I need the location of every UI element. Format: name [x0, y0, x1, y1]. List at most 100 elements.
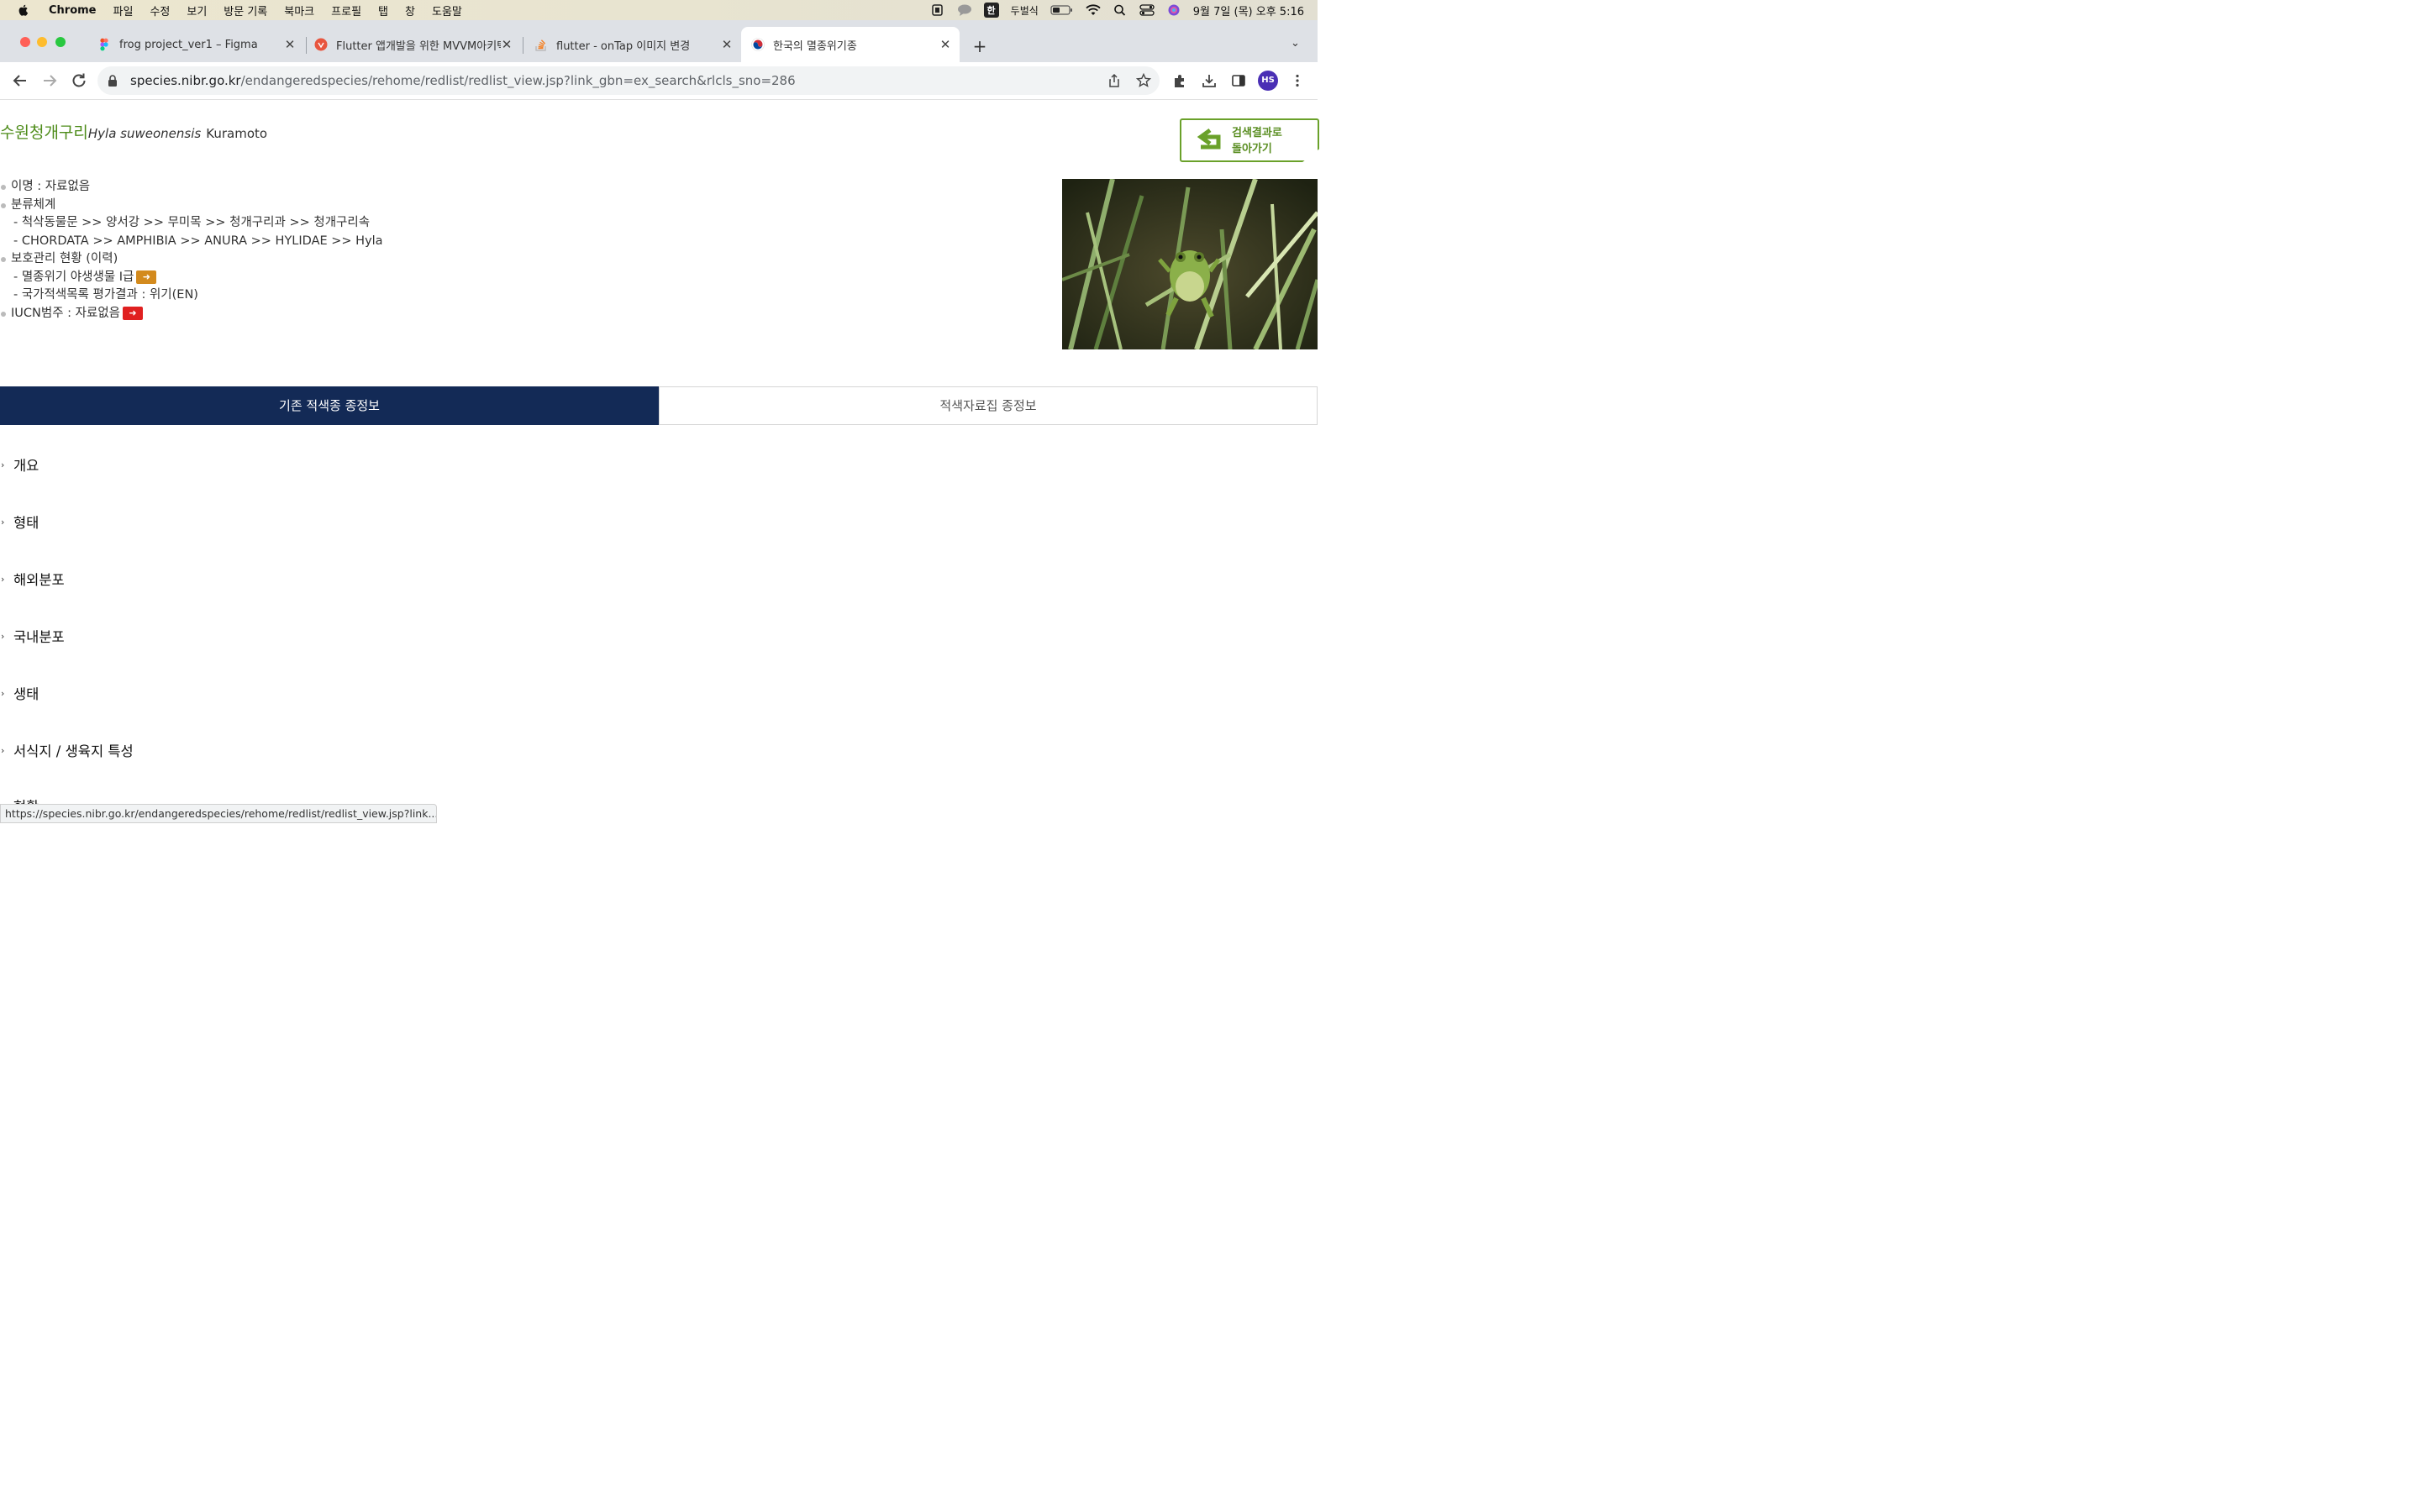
chevron-right-icon: ›	[1, 745, 5, 756]
menu-history[interactable]: 방문 기록	[224, 3, 267, 18]
url-path: /endangeredspecies/rehome/redlist/redlis…	[240, 73, 796, 88]
species-info-list: 이명 : 자료없음 분류체계 - 척삭동물문 >> 양서강 >> 무미목 >> …	[0, 178, 383, 323]
side-panel-icon[interactable]	[1231, 73, 1246, 88]
menu-window[interactable]: 창	[405, 3, 415, 18]
profile-avatar[interactable]: HS	[1258, 71, 1278, 91]
window-zoom-button[interactable]	[55, 37, 66, 47]
tab-title: frog project_ver1 – Figma	[119, 38, 258, 51]
siri-icon[interactable]	[1166, 4, 1181, 16]
tab-separator	[306, 37, 307, 54]
tab-close-icon[interactable]: ✕	[938, 37, 953, 52]
input-method-badge[interactable]: 한	[983, 3, 999, 18]
species-author: Kuramoto	[206, 126, 268, 141]
battery-icon[interactable]	[1050, 4, 1074, 16]
back-button-line1: 검색결과로	[1232, 127, 1282, 139]
velog-icon	[314, 38, 328, 51]
menubar-clock[interactable]: 9월 7일 (목) 오후 5:16	[1193, 3, 1304, 18]
tab-mvvm-article[interactable]: Flutter 앱개발을 위한 MVVM아키텍처 ✕	[314, 27, 514, 62]
bookmark-star-icon[interactable]	[1136, 73, 1151, 88]
korea-flag-icon	[751, 38, 765, 51]
page-content: 수원청개구리Hyla suweonensis Kuramoto 검색결과로 돌아…	[0, 100, 1319, 823]
tab-search-chevron-icon[interactable]: ⌄	[1291, 37, 1300, 50]
back-button-label: 검색결과로 돌아가기	[1232, 125, 1282, 157]
chevron-right-icon: ›	[1, 459, 5, 470]
info-protection-grade-row: - 멸종위기 야생생물 Ⅰ급 ➜	[0, 269, 383, 287]
browser-tab-strip: frog project_ver1 – Figma ✕ Flutter 앱개발을…	[0, 20, 1318, 62]
info-protection-grade: - 멸종위기 야생생물 Ⅰ급	[13, 270, 134, 284]
chevron-right-icon: ›	[1, 631, 5, 642]
chevron-right-icon: ›	[1, 574, 5, 585]
figma-icon	[100, 38, 108, 51]
info-national-redlist: - 국가적색목록 평가결과 : 위기(EN)	[13, 288, 198, 302]
wifi-icon[interactable]	[1086, 4, 1101, 16]
tab-title: 한국의 멸종위기종	[773, 39, 857, 53]
menu-profiles[interactable]: 프로필	[331, 3, 361, 18]
species-photo	[1062, 179, 1318, 349]
lock-icon[interactable]	[108, 75, 118, 87]
species-info-tabs: 기존 적색종 종정보 적색자료집 종정보	[0, 386, 1318, 425]
tab-close-icon[interactable]: ✕	[719, 37, 734, 52]
section-title: 서식지 / 생육지 특성	[13, 743, 134, 759]
input-method-name: 두벌식	[1010, 4, 1039, 17]
download-icon[interactable]	[1202, 73, 1217, 88]
reload-icon[interactable]	[69, 71, 89, 91]
tab-redbook-info[interactable]: 적색자료집 종정보	[659, 386, 1318, 425]
info-iucn: IUCN범주 : 자료없음	[11, 306, 121, 320]
menu-help[interactable]: 도움말	[432, 3, 462, 18]
menubar-extra-app-icon[interactable]	[930, 4, 945, 16]
info-iucn-row: IUCN범주 : 자료없음 ➜	[0, 305, 383, 323]
tab-title: Flutter 앱개발을 위한 MVVM아키텍처	[336, 39, 501, 53]
return-arrow-icon	[1197, 128, 1221, 150]
menubar-status-area: 한 두벌식 9월 7일 (목) 오후 5:16	[930, 0, 1304, 20]
extensions-puzzle-icon[interactable]	[1172, 73, 1187, 88]
window-close-button[interactable]	[20, 37, 30, 47]
tab-figma[interactable]: frog project_ver1 – Figma ✕	[97, 27, 297, 62]
browser-toolbar: species.nibr.go.kr/endangeredspecies/reh…	[0, 62, 1318, 100]
address-bar[interactable]: species.nibr.go.kr/endangeredspecies/reh…	[97, 66, 1160, 95]
chevron-right-icon: ›	[1, 688, 5, 699]
iucn-detail-arrow-icon[interactable]: ➜	[123, 306, 144, 320]
tab-existing-redlist-info[interactable]: 기존 적색종 종정보	[0, 386, 659, 425]
tab-stackoverflow[interactable]: flutter - onTap 이미지 변경 ✕	[534, 27, 734, 62]
chat-bubble-icon[interactable]	[957, 4, 972, 16]
stackoverflow-icon	[535, 39, 546, 51]
tree-frog-image	[1062, 179, 1318, 349]
back-button-line2: 돌아가기	[1232, 143, 1272, 155]
menu-bookmarks[interactable]: 북마크	[284, 3, 314, 18]
control-center-icon[interactable]	[1139, 4, 1155, 16]
link-hover-status-bar: https://species.nibr.go.kr/endangeredspe…	[0, 804, 437, 823]
tab-close-icon[interactable]: ✕	[282, 37, 297, 52]
spotlight-search-icon[interactable]	[1113, 4, 1128, 16]
tab-close-icon[interactable]: ✕	[499, 37, 514, 52]
menu-app-name[interactable]: Chrome	[49, 4, 97, 17]
menu-file[interactable]: 파일	[113, 3, 134, 18]
menu-edit[interactable]: 수정	[150, 3, 170, 18]
section-title: 개요	[13, 458, 39, 474]
tab-active-endangered-species[interactable]: 한국의 멸종위기종 ✕	[741, 27, 960, 62]
species-korean-name: 수원청개구리	[0, 123, 88, 142]
species-scientific-name: Hyla suweonensis	[87, 126, 202, 141]
url-host: species.nibr.go.kr	[130, 73, 241, 88]
url-text[interactable]: species.nibr.go.kr/endangeredspecies/reh…	[130, 73, 796, 88]
forward-arrow-icon[interactable]	[39, 71, 60, 91]
species-heading: 수원청개구리Hyla suweonensis Kuramoto	[0, 120, 267, 143]
back-to-search-results-button[interactable]: 검색결과로 돌아가기	[1180, 118, 1319, 162]
info-taxonomy-label: 분류체계	[0, 197, 383, 215]
menu-view[interactable]: 보기	[187, 3, 207, 18]
chevron-right-icon: ›	[1, 517, 5, 528]
protection-detail-arrow-icon[interactable]: ➜	[136, 270, 157, 284]
window-minimize-button[interactable]	[37, 37, 47, 47]
section-title: 형태	[13, 515, 39, 531]
kebab-menu-icon[interactable]	[1290, 73, 1305, 88]
section-title: 생태	[13, 686, 39, 702]
section-title: 해외분포	[13, 572, 65, 588]
tab-title: flutter - onTap 이미지 변경	[556, 39, 691, 53]
info-taxonomy-korean: - 척삭동물문 >> 양서강 >> 무미목 >> 청개구리과 >> 청개구리속	[13, 216, 371, 229]
apple-logo-icon[interactable]	[17, 3, 30, 17]
info-common-name: 이명 : 자료없음	[0, 178, 383, 197]
share-icon[interactable]	[1107, 73, 1122, 88]
back-arrow-icon[interactable]	[10, 71, 30, 91]
section-title: 국내분포	[13, 629, 65, 645]
new-tab-plus-icon[interactable]: +	[971, 36, 988, 56]
menu-tab[interactable]: 탭	[378, 3, 388, 18]
